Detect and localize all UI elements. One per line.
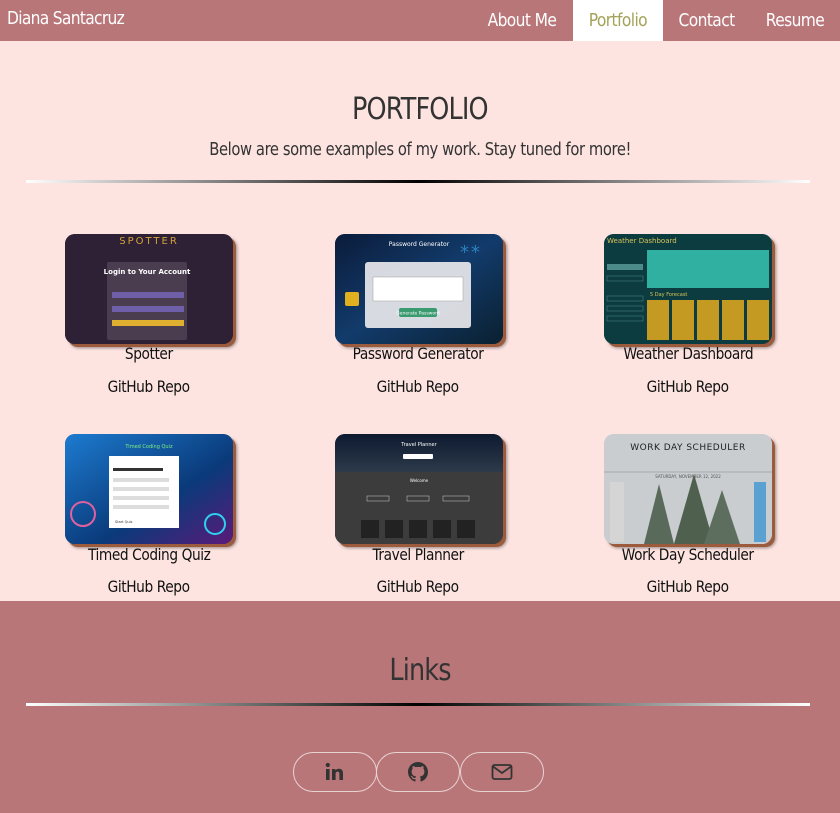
project-repo-link[interactable]: GitHub Repo [568, 577, 808, 596]
thumb-text: SATURDAY, NOVEMBER 12, 2022 [655, 474, 721, 479]
github-button[interactable] [376, 752, 460, 792]
brand-name[interactable]: Diana Santacruz [7, 8, 125, 29]
project-thumbnail-travel-planner[interactable]: Travel Planner Welcome [335, 434, 503, 544]
travel-planner-screenshot: Travel Planner Welcome [335, 434, 503, 544]
password-generator-screenshot: ** Password Generator Generate Password [335, 234, 503, 344]
thumb-text: Login to Your Account [104, 268, 191, 276]
thumb-heading: Password Generator [389, 241, 450, 248]
email-button[interactable] [460, 752, 544, 792]
portfolio-subtitle: Below are some examples of my work. Stay… [209, 139, 631, 160]
project-name: Password Generator [352, 344, 484, 363]
project-thumbnail-weather-dashboard[interactable]: Weather Dashboard 5 Day Forecast [604, 234, 772, 344]
thumb-heading: Weather Dashboard [607, 237, 677, 245]
project-name: Spotter [125, 344, 173, 363]
project-repo-link[interactable]: GitHub Repo [29, 577, 269, 596]
work-day-scheduler-screenshot: WORK DAY SCHEDULER SATURDAY, NOVEMBER 12… [604, 434, 772, 544]
nav-link-contact[interactable]: Contact [663, 0, 750, 41]
nav-link-portfolio[interactable]: Portfolio [573, 0, 663, 41]
project-repo-link[interactable]: GitHub Repo [568, 377, 808, 396]
project-name: Work Day Scheduler [622, 545, 754, 564]
spotter-screenshot: SPOTTER Login to Your Account [65, 234, 233, 344]
thumb-heading: Timed Coding Quiz [124, 444, 173, 450]
thumb-heading: SPOTTER [119, 236, 179, 247]
linkedin-button[interactable] [293, 752, 377, 792]
links-footer: Links [0, 601, 840, 813]
nav-link-resume[interactable]: Resume [750, 0, 840, 41]
project-thumbnail-password-generator[interactable]: ** Password Generator Generate Password [335, 234, 503, 344]
project-thumbnail-spotter[interactable]: SPOTTER Login to Your Account [65, 234, 233, 344]
project-name: Weather Dashboard [623, 344, 753, 363]
project-repo-link[interactable]: GitHub Repo [298, 577, 538, 596]
nav-link-about[interactable]: About Me [471, 0, 573, 41]
thumb-text: 5 Day Forecast [650, 292, 687, 298]
portfolio-divider [26, 180, 810, 183]
portfolio-title: PORTFOLIO [352, 92, 489, 127]
project-thumbnail-work-day-scheduler[interactable]: WORK DAY SCHEDULER SATURDAY, NOVEMBER 12… [604, 434, 772, 544]
top-navbar: Diana Santacruz About Me Portfolio Conta… [0, 0, 840, 41]
thumb-heading: WORK DAY SCHEDULER [630, 443, 746, 453]
timed-coding-quiz-screenshot: Timed Coding Quiz Start Quiz [65, 434, 233, 544]
links-title: Links [389, 653, 451, 688]
project-repo-link[interactable]: GitHub Repo [29, 377, 269, 396]
thumb-heading: Travel Planner [400, 442, 437, 448]
github-icon [408, 762, 428, 782]
nav-links: About Me Portfolio Contact Resume [471, 0, 840, 41]
thumb-text: Generate Password [396, 311, 440, 317]
linkedin-icon [325, 762, 343, 780]
thumb-text: Start Quiz [115, 520, 133, 524]
svg-text:**: ** [459, 242, 481, 263]
mail-icon [491, 764, 513, 780]
weather-dashboard-screenshot: Weather Dashboard 5 Day Forecast [604, 234, 772, 344]
project-name: Travel Planner [372, 545, 464, 564]
project-thumbnail-timed-coding-quiz[interactable]: Timed Coding Quiz Start Quiz [65, 434, 233, 544]
project-repo-link[interactable]: GitHub Repo [298, 377, 538, 396]
project-name: Timed Coding Quiz [87, 545, 211, 564]
thumb-text: Welcome [410, 478, 429, 483]
links-divider [26, 703, 810, 706]
